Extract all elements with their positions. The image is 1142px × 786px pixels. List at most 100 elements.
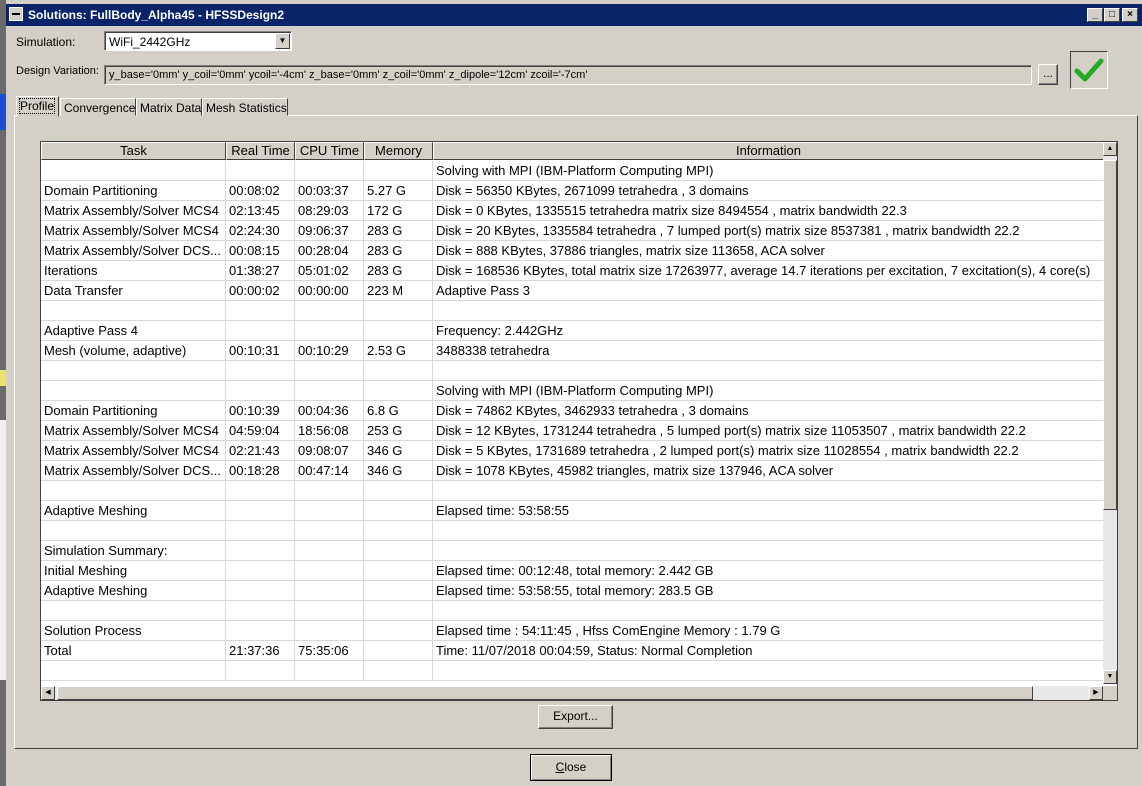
table-row[interactable]: Solving with MPI (IBM-Platform Computing… — [41, 381, 1103, 401]
profile-table[interactable]: Task Real Time CPU Time Memory Informati… — [40, 141, 1118, 701]
table-row[interactable]: Matrix Assembly/Solver MCS4 02:21:43 09:08… — [41, 441, 1103, 461]
table-row[interactable]: Domain Partitioning 00:08:02 00:03:37 5.27 … — [41, 181, 1103, 201]
cell-real-time: 04:59:04 — [226, 421, 295, 441]
minimize-button[interactable]: _ — [1087, 8, 1103, 22]
table-row[interactable]: Simulation Summary: — [41, 541, 1103, 561]
horizontal-scrollbar[interactable]: ◀ ▶ — [41, 686, 1103, 700]
cell-cpu-time — [295, 381, 364, 401]
cell-task — [41, 301, 226, 321]
export-button[interactable]: Export... — [538, 705, 613, 729]
table-row[interactable]: Iterations 01:38:27 05:01:02 283 G Disk = 16… — [41, 261, 1103, 281]
cell-task: Total — [41, 641, 226, 661]
table-row[interactable]: Mesh (volume, adaptive) 00:10:31 00:10:29 2… — [41, 341, 1103, 361]
cell-task: Adaptive Pass 4 — [41, 321, 226, 341]
cell-memory: 253 G — [364, 421, 433, 441]
cell-information: Elapsed time: 53:58:55 — [436, 503, 569, 518]
tab-profile[interactable]: Profile — [16, 96, 59, 117]
cell-cpu-time: 09:06:37 — [295, 221, 364, 241]
table-row[interactable]: Data Transfer 00:00:02 00:00:00 223 M Adapti… — [41, 281, 1103, 301]
simulation-value: WiFi_2442GHz — [109, 35, 191, 49]
cell-cpu-time: 00:04:36 — [295, 401, 364, 421]
cell-cpu-time — [295, 361, 364, 381]
table-row[interactable] — [41, 521, 1103, 541]
table-row[interactable]: Matrix Assembly/Solver MCS4 02:24:30 09:06… — [41, 221, 1103, 241]
table-row[interactable]: Adaptive Meshing Elapsed time: 53:58:55, … — [41, 581, 1103, 601]
column-header-memory[interactable]: Memory — [364, 142, 433, 160]
cell-cpu-time: 18:56:08 — [295, 421, 364, 441]
tab-matrix-data[interactable]: Matrix Data — [136, 98, 202, 116]
cell-cpu-time — [295, 621, 364, 641]
cell-real-time — [226, 601, 295, 621]
cell-task: Adaptive Meshing — [41, 501, 226, 521]
cell-information: Elapsed time: 00:12:48, total memory: 2.… — [436, 563, 714, 578]
cell-information — [433, 361, 1103, 381]
cell-real-time: 01:38:27 — [226, 261, 295, 281]
cell-cpu-time: 00:28:04 — [295, 241, 364, 261]
table-row[interactable]: Initial Meshing Elapsed time: 00:12:48, t… — [41, 561, 1103, 581]
cell-task: Matrix Assembly/Solver DCS... — [41, 241, 226, 261]
cell-memory: 346 G — [364, 461, 433, 481]
scroll-right-icon[interactable]: ▶ — [1089, 686, 1103, 700]
cell-memory — [364, 661, 433, 681]
table-row[interactable]: Matrix Assembly/Solver MCS4 02:13:45 08:29… — [41, 201, 1103, 221]
system-menu-icon[interactable] — [9, 7, 23, 21]
simulation-dropdown[interactable]: WiFi_2442GHz ▼ — [104, 31, 292, 51]
tab-mesh-statistics[interactable]: Mesh Statistics — [202, 98, 288, 116]
close-window-button[interactable]: × — [1122, 8, 1138, 22]
table-row[interactable]: Adaptive Meshing Elapsed time: 53:58:55 — [41, 501, 1103, 521]
cell-task — [41, 161, 226, 181]
title-bar[interactable]: Solutions: FullBody_Alpha45 - HFSSDesign… — [6, 4, 1142, 26]
table-row[interactable] — [41, 361, 1103, 381]
scroll-left-icon[interactable]: ◀ — [41, 686, 55, 700]
table-row[interactable]: Matrix Assembly/Solver DCS... 00:18:28 00:… — [41, 461, 1103, 481]
maximize-button[interactable]: □ — [1104, 8, 1120, 22]
scroll-up-icon[interactable]: ▲ — [1103, 142, 1117, 156]
cell-information: Disk = 888 KBytes, 37886 triangles, matr… — [436, 243, 825, 258]
table-row[interactable] — [41, 601, 1103, 621]
column-header-information[interactable]: Information — [433, 142, 1103, 160]
table-row[interactable]: Solving with MPI (IBM-Platform Computing… — [41, 161, 1103, 181]
table-row[interactable]: Total 21:37:36 75:35:06 Time: 11/07/2018 00… — [41, 641, 1103, 661]
cell-real-time: 21:37:36 — [226, 641, 295, 661]
browse-variation-button[interactable]: ... — [1038, 64, 1058, 85]
cell-cpu-time — [295, 481, 364, 501]
simulation-label: Simulation: — [16, 35, 76, 49]
table-row[interactable] — [41, 661, 1103, 681]
table-row[interactable]: Adaptive Pass 4 Frequency: 2.442GHz — [41, 321, 1103, 341]
cell-task — [41, 661, 226, 681]
vertical-scroll-thumb[interactable] — [1103, 160, 1117, 510]
tab-convergence[interactable]: Convergence — [60, 98, 136, 116]
column-header-task[interactable]: Task — [41, 142, 226, 160]
column-header-cpu-time[interactable]: CPU Time — [295, 142, 364, 160]
column-header-real-time[interactable]: Real Time — [226, 142, 295, 160]
cell-cpu-time: 09:08:07 — [295, 441, 364, 461]
table-row[interactable]: Domain Partitioning 00:10:39 00:04:36 6.8 G… — [41, 401, 1103, 421]
cell-cpu-time — [295, 561, 364, 581]
cell-cpu-time — [295, 501, 364, 521]
cell-memory — [364, 321, 433, 341]
cell-memory: 283 G — [364, 261, 433, 281]
table-row[interactable] — [41, 481, 1103, 501]
chevron-down-icon[interactable]: ▼ — [275, 33, 290, 49]
vertical-scrollbar[interactable]: ▲ ▼ — [1103, 142, 1117, 684]
table-header: Task Real Time CPU Time Memory Informati… — [41, 142, 1103, 160]
cell-real-time: 00:08:02 — [226, 181, 295, 201]
table-row[interactable]: Matrix Assembly/Solver MCS4 04:59:04 18:56… — [41, 421, 1103, 441]
cell-real-time — [226, 161, 295, 181]
cell-cpu-time — [295, 161, 364, 181]
table-row[interactable] — [41, 301, 1103, 321]
design-variation-field[interactable]: y_base='0mm' y_coil='0mm' ycoil='-4cm' z… — [104, 65, 1032, 85]
cell-memory — [364, 581, 433, 601]
cell-task: Mesh (volume, adaptive) — [41, 341, 226, 361]
horizontal-scroll-thumb[interactable] — [57, 686, 1033, 700]
cell-memory: 6.8 G — [364, 401, 433, 421]
close-button[interactable]: Close — [530, 754, 612, 781]
table-row[interactable]: Matrix Assembly/Solver DCS... 00:08:15 00:… — [41, 241, 1103, 261]
table-row[interactable]: Solution Process Elapsed time : 54:11:45 … — [41, 621, 1103, 641]
cell-cpu-time — [295, 661, 364, 681]
scroll-down-icon[interactable]: ▼ — [1103, 670, 1117, 684]
cell-information: Solving with MPI (IBM-Platform Computing… — [436, 383, 714, 398]
cell-memory: 5.27 G — [364, 181, 433, 201]
cell-information: Elapsed time : 54:11:45 , Hfss ComEngine… — [436, 623, 781, 638]
cell-information: 3488338 tetrahedra — [436, 343, 550, 358]
